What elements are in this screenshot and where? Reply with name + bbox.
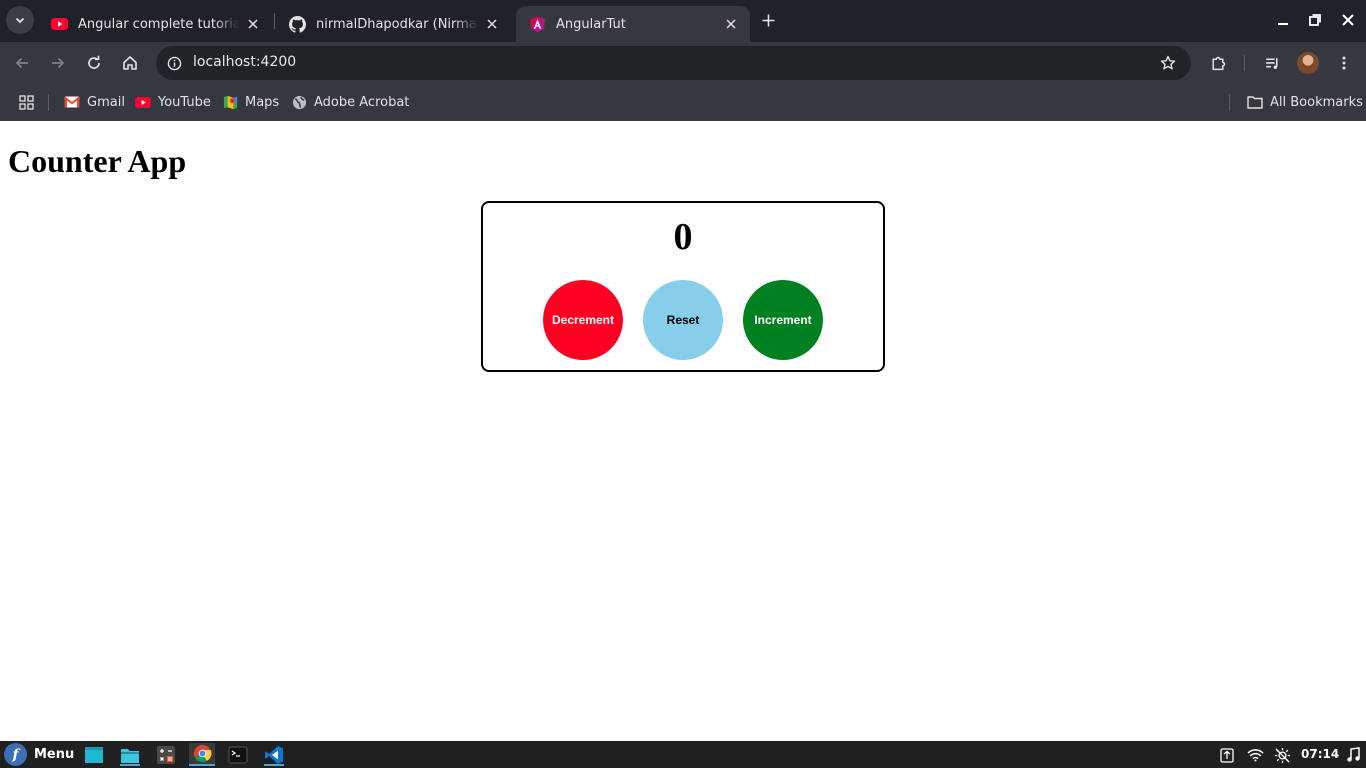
youtube-icon <box>135 94 151 110</box>
chevron-down-icon <box>15 17 25 24</box>
apps-button[interactable] <box>16 92 36 112</box>
folder-icon <box>121 748 139 763</box>
kebab-menu-icon <box>1342 56 1346 70</box>
counter-card: 0 Decrement Reset Increment <box>481 201 885 372</box>
maximize-button[interactable] <box>1302 8 1328 32</box>
star-icon <box>1160 55 1176 70</box>
tab-angular-tutorial[interactable]: Angular complete tutorial in Hindi <box>38 6 270 42</box>
tray-clipboard[interactable] <box>1217 745 1237 765</box>
toolbar-separator <box>1244 55 1245 71</box>
home-icon <box>123 56 137 70</box>
info-icon <box>167 56 181 70</box>
new-tab-button[interactable] <box>756 8 780 32</box>
tab-angulartut[interactable]: AngularTut <box>516 6 750 42</box>
taskbar-chrome[interactable] <box>189 743 215 766</box>
puzzle-icon <box>1211 56 1225 70</box>
restore-icon <box>1309 14 1321 26</box>
tab-strip: Angular complete tutorial in Hindi nirma… <box>0 0 1366 42</box>
bookmark-label: Adobe Acrobat <box>314 94 410 110</box>
back-button[interactable] <box>8 49 36 77</box>
vscode-icon <box>265 745 283 764</box>
reload-icon <box>88 55 100 69</box>
bookmark-youtube[interactable]: YouTube <box>135 91 211 113</box>
all-bookmarks-label: All Bookmarks <box>1270 94 1363 110</box>
tab-title: AngularTut <box>556 16 626 32</box>
taskbar-files[interactable] <box>117 743 143 766</box>
youtube-icon <box>50 15 68 33</box>
close-icon[interactable] <box>722 15 740 33</box>
angular-icon <box>528 15 546 33</box>
playlist-icon <box>1265 57 1278 69</box>
tab-github[interactable]: nirmalDhapodkar (Nirmal Dhapodkar) <box>276 6 508 42</box>
extensions-button[interactable] <box>1204 49 1232 77</box>
tab-search-button[interactable] <box>6 6 34 34</box>
chrome-icon <box>193 744 211 763</box>
desktop-icon <box>85 746 103 763</box>
site-info-button[interactable] <box>162 51 186 75</box>
clipboard-icon <box>1220 748 1234 763</box>
all-bookmarks-button[interactable]: All Bookmarks <box>1247 91 1363 113</box>
bookmark-gmail[interactable]: Gmail <box>64 91 125 113</box>
plus-icon <box>762 14 774 26</box>
close-icon[interactable] <box>247 15 260 33</box>
terminal-icon <box>228 746 248 763</box>
reload-button[interactable] <box>80 49 108 77</box>
wifi-icon <box>1246 749 1264 762</box>
show-desktop-button[interactable] <box>81 743 107 766</box>
minimize-button[interactable] <box>1270 8 1296 32</box>
media-controls-button[interactable] <box>1258 49 1286 77</box>
bookmark-adobe-acrobat[interactable]: Adobe Acrobat <box>291 91 409 113</box>
increment-button[interactable]: Increment <box>743 280 823 360</box>
chrome-menu-button[interactable] <box>1330 49 1358 77</box>
taskbar-vscode[interactable] <box>261 743 287 766</box>
close-window-button[interactable] <box>1335 8 1361 32</box>
bookmarks-bar: Gmail YouTube Maps Adobe Acrobat All Boo… <box>0 84 1366 121</box>
home-button[interactable] <box>116 49 144 77</box>
forward-button[interactable] <box>44 49 72 77</box>
bookmark-maps[interactable]: Maps <box>222 91 279 113</box>
clock[interactable]: 07:14 <box>1301 747 1339 761</box>
bookmark-separator <box>48 94 49 111</box>
maps-icon <box>222 94 238 110</box>
folder-icon <box>1247 94 1263 110</box>
bookmark-separator <box>1229 94 1230 111</box>
url-text[interactable]: localhost:4200 <box>193 54 296 70</box>
bookmark-label: YouTube <box>158 94 211 110</box>
close-icon <box>1342 14 1354 26</box>
profile-avatar[interactable] <box>1297 52 1319 74</box>
bookmark-star-button[interactable] <box>1157 52 1179 74</box>
tray-brightness[interactable] <box>1272 745 1292 765</box>
gmail-icon <box>64 94 80 110</box>
tray-wifi[interactable] <box>1245 745 1265 765</box>
address-bar[interactable]: localhost:4200 <box>156 46 1191 80</box>
browser-toolbar: localhost:4200 <box>0 42 1366 84</box>
minimize-icon <box>1278 23 1288 25</box>
github-icon <box>288 15 306 33</box>
bookmark-label: Gmail <box>87 94 125 110</box>
brightness-icon <box>1274 747 1290 763</box>
globe-icon <box>291 94 307 110</box>
counter-value: 0 <box>673 216 693 258</box>
decrement-button[interactable]: Decrement <box>543 280 623 360</box>
menu-label: Menu <box>34 747 75 762</box>
close-icon[interactable] <box>486 15 498 33</box>
taskbar-terminal[interactable] <box>225 743 251 766</box>
tab-title: Angular complete tutorial in Hindi <box>78 16 239 32</box>
arrow-left-icon <box>15 57 28 69</box>
page-title: Counter App <box>8 143 187 179</box>
arrow-right-icon <box>52 57 65 69</box>
tab-title: nirmalDhapodkar (Nirmal Dhapodkar) <box>316 16 479 32</box>
tray-media[interactable] <box>1343 745 1363 765</box>
reset-button[interactable]: Reset <box>643 280 723 360</box>
start-menu-button[interactable]: f Menu <box>4 743 74 766</box>
os-taskbar: f Menu 07:14 <box>0 741 1366 768</box>
calculator-icon <box>157 745 175 764</box>
taskbar-calculator[interactable] <box>153 743 179 766</box>
page-content: Counter App 0 Decrement Reset Increment <box>0 121 1366 741</box>
apps-grid-icon <box>18 94 34 110</box>
bookmark-label: Maps <box>245 94 280 110</box>
music-note-icon <box>1347 747 1360 762</box>
fedora-logo-icon: f <box>4 743 27 766</box>
tab-separator <box>274 13 275 29</box>
